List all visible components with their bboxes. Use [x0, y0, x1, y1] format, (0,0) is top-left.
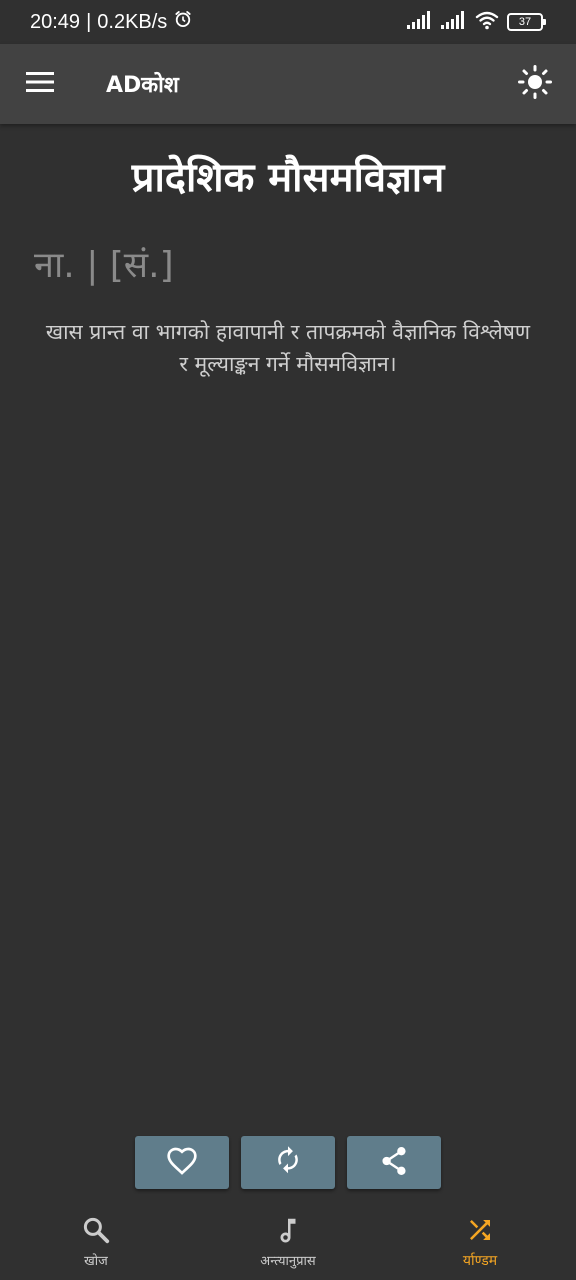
music-note-icon [273, 1215, 303, 1249]
search-icon [81, 1215, 111, 1249]
menu-button[interactable] [0, 44, 80, 124]
nav-item-rhyme[interactable]: अन्त्यानुप्रास [192, 1204, 384, 1280]
status-bar: 20:49 | 0.2KB/s 37 [0, 0, 576, 44]
bottom-navigation: खोज अन्त्यानुप्रास र्याण्डम [0, 1204, 576, 1280]
share-button[interactable] [347, 1136, 441, 1189]
nav-label-rhyme: अन्त्यानुप्रास [260, 1254, 316, 1269]
theme-toggle-button[interactable] [506, 44, 564, 124]
status-separator: | [86, 10, 92, 33]
hamburger-menu-icon [26, 72, 54, 96]
signal-icon [441, 10, 467, 34]
refresh-icon [273, 1145, 303, 1181]
status-right: 37 [407, 10, 546, 35]
word-content: प्रादेशिक मौसमविज्ञान ना. | [सं.] खास प्… [0, 124, 576, 380]
shuffle-icon [465, 1215, 495, 1249]
word-grammar-meta: ना. | [सं.] [34, 245, 174, 286]
status-left: 20:49 | 0.2KB/s [30, 9, 193, 35]
nav-label-search: खोज [84, 1254, 108, 1269]
battery-level: 37 [507, 13, 543, 31]
favorite-button[interactable] [135, 1136, 229, 1189]
battery-tip [543, 19, 546, 25]
action-buttons [0, 1136, 576, 1189]
refresh-button[interactable] [241, 1136, 335, 1189]
nav-label-random: र्याण्डम [462, 1252, 498, 1269]
status-network-speed: 0.2KB/s [97, 10, 168, 33]
app-bar: ADकोश [0, 44, 576, 124]
sun-icon [518, 65, 552, 103]
nav-item-random[interactable]: र्याण्डम [384, 1204, 576, 1280]
battery-icon: 37 [507, 13, 546, 31]
wifi-icon [475, 10, 499, 35]
heart-outline-icon [166, 1146, 198, 1180]
share-icon [379, 1145, 409, 1181]
signal-icon [407, 10, 433, 34]
app-title: ADकोश [106, 73, 179, 98]
word-definition: खास प्रान्त वा भागको हावापानी र तापक्रमक… [45, 320, 531, 376]
word-title: प्रादेशिक मौसमविज्ञान [131, 155, 445, 201]
status-time: 20:49 [30, 10, 81, 33]
nav-item-search[interactable]: खोज [0, 1204, 192, 1280]
alarm-icon [173, 9, 193, 35]
